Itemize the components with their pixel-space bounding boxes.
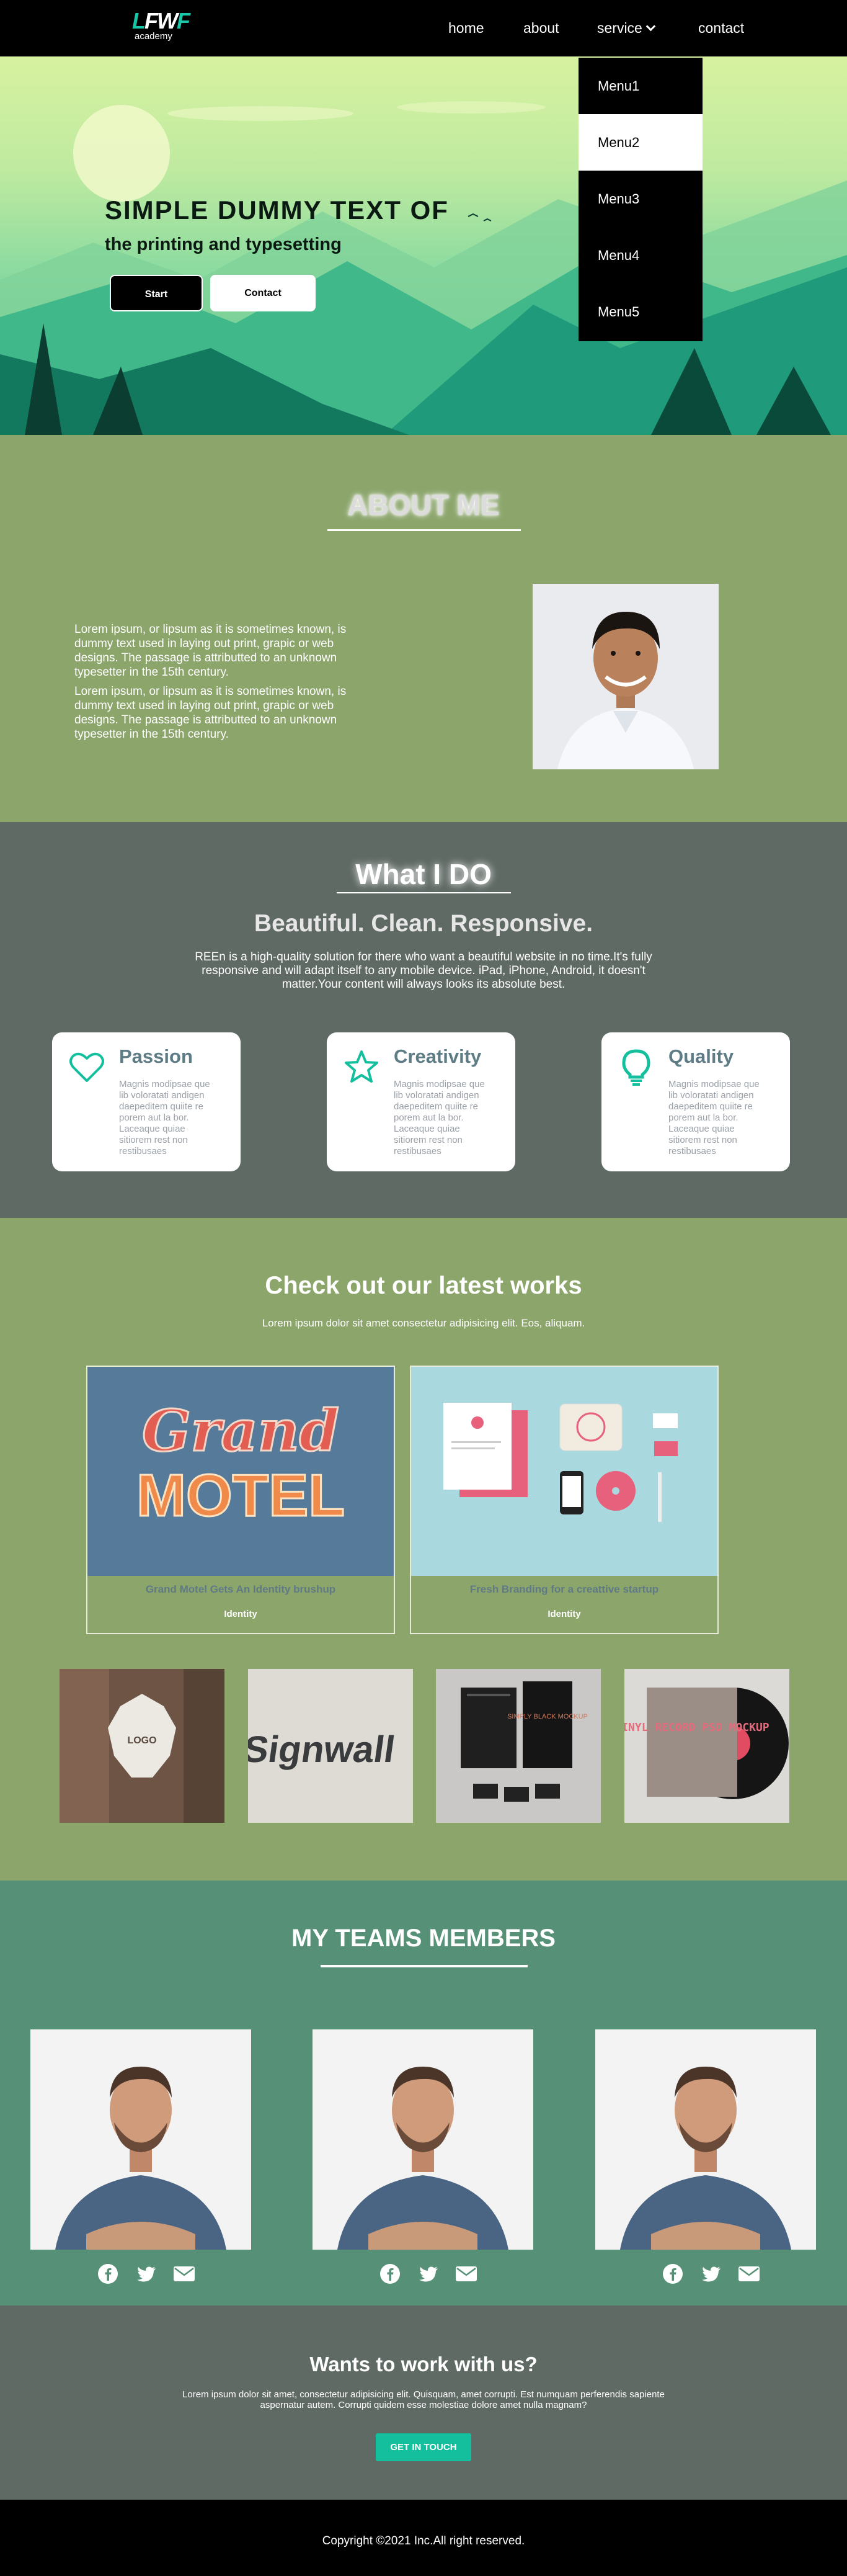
what-i-do-underline <box>337 892 511 893</box>
twitter-icon[interactable] <box>136 2263 157 2284</box>
fresh-branding-image <box>411 1367 717 1576</box>
signwall-text: Signwall <box>248 1728 397 1770</box>
work-card-grand-motel[interactable]: Grand MOTEL Grand Motel Gets An Identity… <box>86 1366 395 1634</box>
copyright-text: Copyright ©2021 Inc.All right reserved. <box>322 2534 525 2547</box>
profile-photo <box>533 584 719 769</box>
lightbulb-icon <box>622 1049 650 1086</box>
nav-contact-link[interactable]: contact <box>698 20 744 36</box>
email-icon[interactable] <box>455 2263 477 2284</box>
about-text: Lorem ipsum, or lipsum as it is sometime… <box>74 622 372 746</box>
feature-card-text: Magnis modipsae que lib voloratati andig… <box>394 1079 485 1156</box>
dropdown-item-menu2[interactable]: Menu2 <box>579 114 703 171</box>
hero-title: SIMPLE DUMMY TEXT OF <box>105 195 449 225</box>
nav-about-link[interactable]: about <box>523 20 559 36</box>
team-member-photo <box>595 2029 816 2250</box>
team-section: MY TEAMS MEMBERS <box>0 1881 847 2305</box>
cta-description: Lorem ipsum dolor sit amet, consectetur … <box>182 2389 665 2410</box>
footer: Copyright ©2021 Inc.All right reserved. <box>0 2500 847 2576</box>
team-member-socials <box>379 2263 479 2284</box>
what-i-do-description: REEn is a high-quality solution for ther… <box>195 950 652 991</box>
grand-motel-text-bottom: MOTEL <box>136 1462 345 1529</box>
work-card-caption: Grand Motel Gets An Identity brushup <box>145 1583 336 1595</box>
works-title: Check out our latest works <box>265 1272 582 1299</box>
logo-mark: LFWF <box>132 8 190 34</box>
vinyl-record-text: VINYL RECORD PSD MOCKUP <box>624 1721 769 1734</box>
team-member-socials <box>97 2263 197 2284</box>
email-icon[interactable] <box>738 2263 760 2284</box>
what-i-do-subtitle: Beautiful. Clean. Responsive. <box>254 910 593 937</box>
nav-service-link[interactable]: service <box>597 20 656 36</box>
black-stationery-text: SIMPLY BLACK MOCKUP <box>507 1713 588 1720</box>
get-in-touch-button[interactable]: GET IN TOUCH <box>376 2433 471 2461</box>
team-underline <box>321 1965 528 1967</box>
feature-card-text: Magnis modipsae que lib voloratati andig… <box>119 1079 210 1156</box>
heart-icon <box>69 1052 104 1082</box>
feature-card-title: Creativity <box>394 1045 482 1067</box>
cta-title: Wants to work with us? <box>309 2353 538 2376</box>
works-description: Lorem ipsum dolor sit amet consectetur a… <box>262 1317 585 1329</box>
contact-button[interactable]: Contact <box>210 275 316 311</box>
team-member-socials <box>662 2263 761 2284</box>
feature-card-creativity: Creativity Magnis modipsae que lib volor… <box>327 1032 515 1171</box>
twitter-icon[interactable] <box>418 2263 439 2284</box>
dropdown-item-menu3[interactable]: Menu3 <box>579 171 703 227</box>
feature-card-title: Quality <box>668 1045 734 1067</box>
service-dropdown-menu: Menu1 Menu2 Menu3 Menu4 Menu5 <box>579 58 703 341</box>
about-paragraph: Lorem ipsum, or lipsum as it is sometime… <box>74 685 347 741</box>
hero-subtitle: the printing and typesetting <box>105 235 342 254</box>
nav-home-link[interactable]: home <box>448 20 484 36</box>
feature-card-title: Passion <box>119 1045 193 1067</box>
about-paragraph: Lorem ipsum, or lipsum as it is sometime… <box>74 623 347 679</box>
navbar: LFWF academy home about service contact <box>0 0 847 56</box>
work-card-caption: Fresh Branding for a creattive startup <box>469 1583 659 1595</box>
feature-card-passion: Passion Magnis modipsae que lib volorata… <box>52 1032 241 1171</box>
works-section: Check out our latest works Lorem ipsum d… <box>0 1218 847 1881</box>
email-icon[interactable] <box>173 2263 195 2284</box>
twitter-icon[interactable] <box>701 2263 722 2284</box>
signwall-thumbnail[interactable]: Signwall <box>248 1669 413 1823</box>
facebook-icon[interactable] <box>379 2263 401 2284</box>
facebook-icon[interactable] <box>97 2263 118 2284</box>
dropdown-item-menu1[interactable]: Menu1 <box>579 58 703 114</box>
what-i-do-section: What I DO Beautiful. Clean. Responsive. … <box>0 822 847 1218</box>
work-card-fresh-branding[interactable]: Fresh Branding for a creattive startup I… <box>410 1366 719 1634</box>
feature-card-quality: Quality Magnis modipsae que lib volorata… <box>601 1032 790 1171</box>
chevron-down-icon <box>645 21 656 32</box>
badge-sign-text: LOGO <box>127 1735 156 1746</box>
badge-sign-thumbnail[interactable]: LOGO <box>60 1669 224 1823</box>
nav-service-label: service <box>597 20 642 36</box>
dropdown-item-menu5[interactable]: Menu5 <box>579 284 703 340</box>
black-stationery-thumbnail[interactable]: SIMPLY BLACK MOCKUP <box>436 1669 601 1823</box>
logo[interactable]: LFWF academy <box>132 8 190 46</box>
grand-motel-image: Grand MOTEL <box>87 1367 394 1576</box>
grand-motel-text-top: Grand <box>142 1397 339 1464</box>
dropdown-item-menu4[interactable]: Menu4 <box>579 227 703 284</box>
contact-cta-section: Wants to work with us? Lorem ipsum dolor… <box>0 2305 847 2500</box>
team-member-photo <box>313 2029 533 2250</box>
about-underline <box>327 529 521 531</box>
about-title: ABOUT ME <box>347 489 500 521</box>
work-card-tag: Identity <box>224 1609 257 1619</box>
star-icon <box>345 1050 378 1083</box>
hero-section: SIMPLE DUMMY TEXT OF the printing and ty… <box>0 56 847 435</box>
what-i-do-title: What I DO <box>355 858 492 890</box>
team-title: MY TEAMS MEMBERS <box>291 1925 556 1952</box>
start-button[interactable]: Start <box>110 275 203 311</box>
feature-card-text: Magnis modipsae que lib voloratati andig… <box>668 1079 760 1156</box>
vinyl-record-thumbnail[interactable]: VINYL RECORD PSD MOCKUP <box>624 1669 789 1823</box>
about-section: ABOUT ME Lorem ipsum, or lipsum as it is… <box>0 435 847 822</box>
facebook-icon[interactable] <box>662 2263 683 2284</box>
work-card-tag: Identity <box>548 1609 581 1619</box>
team-member-photo <box>30 2029 251 2250</box>
